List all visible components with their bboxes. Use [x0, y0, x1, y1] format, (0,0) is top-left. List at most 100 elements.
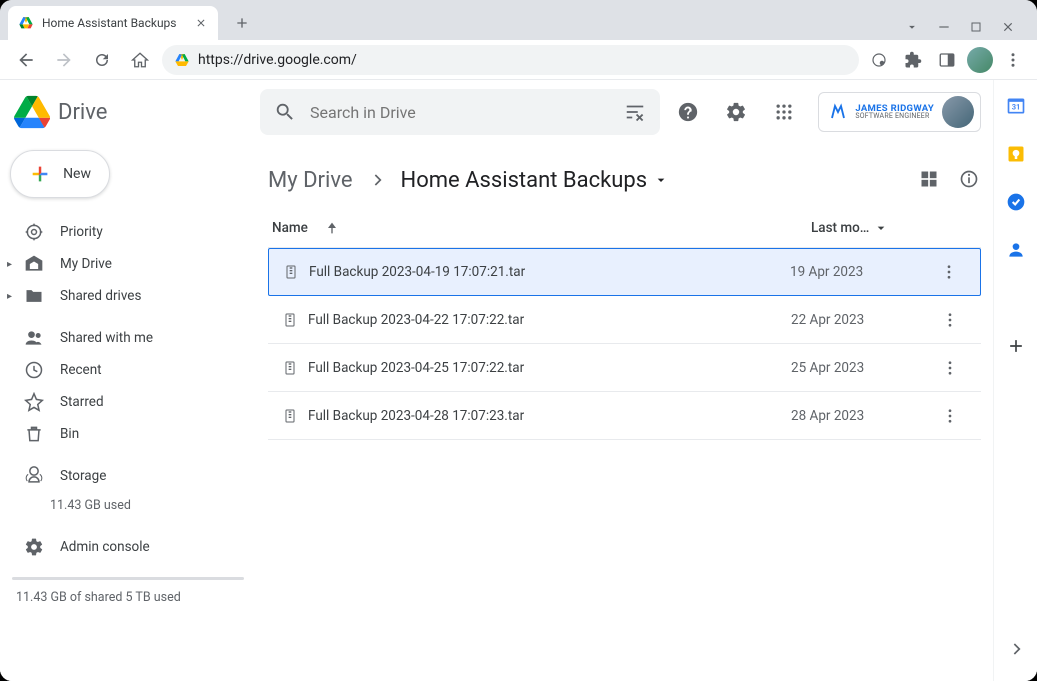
addons-plus-icon[interactable]	[1006, 336, 1026, 356]
nav-icon	[24, 360, 44, 380]
sidebar-item-starred[interactable]: Starred	[0, 386, 256, 418]
collapse-sidepanel-icon[interactable]	[1004, 637, 1028, 661]
grid-view-icon[interactable]	[919, 169, 941, 191]
browser-tab-strip: Home Assistant Backups	[0, 0, 1037, 40]
admin-icon	[24, 537, 44, 557]
home-button[interactable]	[124, 44, 156, 76]
svg-text:31: 31	[1011, 102, 1020, 111]
expand-icon[interactable]: ▸	[7, 291, 12, 302]
account-avatar[interactable]	[942, 96, 974, 128]
calendar-app-icon[interactable]: 31	[1006, 96, 1026, 116]
main-panel: JAMES RIDGWAY SOFTWARE ENGINEER My Drive…	[256, 80, 993, 681]
sidebar-item-bin[interactable]: Bin	[0, 418, 256, 450]
nav-label: Shared drives	[60, 288, 141, 304]
drive-logo[interactable]: Drive	[0, 88, 256, 144]
sidebar-item-storage[interactable]: Storage	[0, 460, 256, 492]
archive-file-icon	[272, 408, 308, 424]
apps-icon[interactable]	[764, 92, 804, 132]
column-date-header[interactable]: Last mo…	[811, 220, 869, 236]
file-more-menu[interactable]	[941, 311, 971, 329]
sidebar-item-admin-console[interactable]: Admin console	[0, 531, 256, 563]
close-tab-icon[interactable]	[194, 16, 208, 30]
details-icon[interactable]	[959, 169, 981, 191]
file-row[interactable]: Full Backup 2023-04-28 17:07:23.tar28 Ap…	[268, 392, 981, 440]
file-date: 25 Apr 2023	[791, 360, 941, 376]
breadcrumb-current[interactable]: Home Assistant Backups	[401, 168, 670, 193]
tasks-app-icon[interactable]	[1006, 192, 1026, 212]
sidebar-item-priority[interactable]: Priority	[0, 216, 256, 248]
product-name: Drive	[58, 100, 107, 125]
sort-arrow-up-icon[interactable]	[324, 220, 340, 236]
nav-icon	[24, 254, 44, 274]
breadcrumb-root[interactable]: My Drive	[268, 168, 353, 193]
nav-icon	[24, 328, 44, 348]
drive-logo-icon	[14, 94, 50, 130]
nav-label: Recent	[60, 362, 102, 378]
file-date: 22 Apr 2023	[791, 312, 941, 328]
search-options-icon[interactable]	[624, 101, 646, 123]
sidebar-item-my-drive[interactable]: ▸ My Drive	[0, 248, 256, 280]
nav-label: My Drive	[60, 256, 112, 272]
list-header: Name Last mo…	[268, 208, 981, 248]
file-row[interactable]: Full Backup 2023-04-22 17:07:22.tar22 Ap…	[268, 296, 981, 344]
help-icon[interactable]	[668, 92, 708, 132]
search-box[interactable]	[260, 89, 660, 135]
tab-title: Home Assistant Backups	[42, 16, 186, 30]
archive-file-icon	[273, 264, 309, 280]
sidebar-item-shared-with-me[interactable]: Shared with me	[0, 322, 256, 354]
settings-icon[interactable]	[716, 92, 756, 132]
close-window-icon[interactable]	[1001, 20, 1015, 34]
window-controls	[905, 20, 1029, 40]
brand-logo-icon	[829, 103, 847, 121]
file-more-menu[interactable]	[941, 407, 971, 425]
forward-button[interactable]	[48, 44, 80, 76]
minimize-icon[interactable]	[937, 20, 951, 34]
expand-icon[interactable]: ▸	[7, 259, 12, 270]
admin-console-label: Admin console	[60, 539, 150, 555]
address-bar: https://drive.google.com/	[0, 40, 1037, 80]
new-button-label: New	[63, 166, 91, 182]
column-name-header[interactable]: Name	[272, 220, 308, 236]
browser-menu-icon[interactable]	[999, 46, 1027, 74]
url-field[interactable]: https://drive.google.com/	[162, 45, 859, 75]
brand-line2: SOFTWARE ENGINEER	[855, 113, 934, 120]
new-button[interactable]: New	[10, 150, 110, 198]
nav-label: Shared with me	[60, 330, 153, 346]
file-name: Full Backup 2023-04-28 17:07:23.tar	[308, 408, 791, 424]
nav-icon	[24, 222, 44, 242]
file-name: Full Backup 2023-04-22 17:07:22.tar	[308, 312, 791, 328]
side-panel: 31	[993, 80, 1037, 681]
file-more-menu[interactable]	[940, 263, 970, 281]
browser-tab[interactable]: Home Assistant Backups	[8, 6, 218, 40]
breadcrumb: My Drive Home Assistant Backups	[268, 156, 981, 204]
drive-url-icon	[174, 52, 190, 68]
back-button[interactable]	[10, 44, 42, 76]
nav-label: Starred	[60, 394, 104, 410]
sidebar-item-shared-drives[interactable]: ▸ Shared drives	[0, 280, 256, 312]
profile-avatar[interactable]	[967, 47, 993, 73]
nav-label: Priority	[60, 224, 103, 240]
chevron-down-icon[interactable]	[905, 20, 919, 34]
sidebar-scrollbar[interactable]	[12, 577, 244, 580]
file-row[interactable]: Full Backup 2023-04-19 17:07:21.tar19 Ap…	[268, 248, 981, 296]
sidebar-item-recent[interactable]: Recent	[0, 354, 256, 386]
workspace-brand-chip[interactable]: JAMES RIDGWAY SOFTWARE ENGINEER	[818, 92, 981, 132]
storage-used: 11.43 GB used	[0, 496, 256, 521]
storage-footer: 11.43 GB of shared 5 TB used	[0, 586, 256, 609]
file-more-menu[interactable]	[941, 359, 971, 377]
reload-button[interactable]	[86, 44, 118, 76]
sidepanel-icon[interactable]	[933, 46, 961, 74]
nav-icon	[24, 424, 44, 444]
extensions-icon[interactable]	[899, 46, 927, 74]
dropdown-caret-icon[interactable]	[873, 220, 889, 236]
nav-icon	[24, 466, 44, 486]
maximize-icon[interactable]	[969, 20, 983, 34]
extension-icon-1[interactable]	[865, 46, 893, 74]
new-tab-button[interactable]	[228, 9, 256, 37]
contacts-app-icon[interactable]	[1006, 240, 1026, 260]
chevron-right-icon	[367, 170, 387, 190]
keep-app-icon[interactable]	[1006, 144, 1026, 164]
file-row[interactable]: Full Backup 2023-04-25 17:07:22.tar25 Ap…	[268, 344, 981, 392]
search-input[interactable]	[310, 103, 610, 122]
top-bar: JAMES RIDGWAY SOFTWARE ENGINEER	[256, 80, 993, 144]
